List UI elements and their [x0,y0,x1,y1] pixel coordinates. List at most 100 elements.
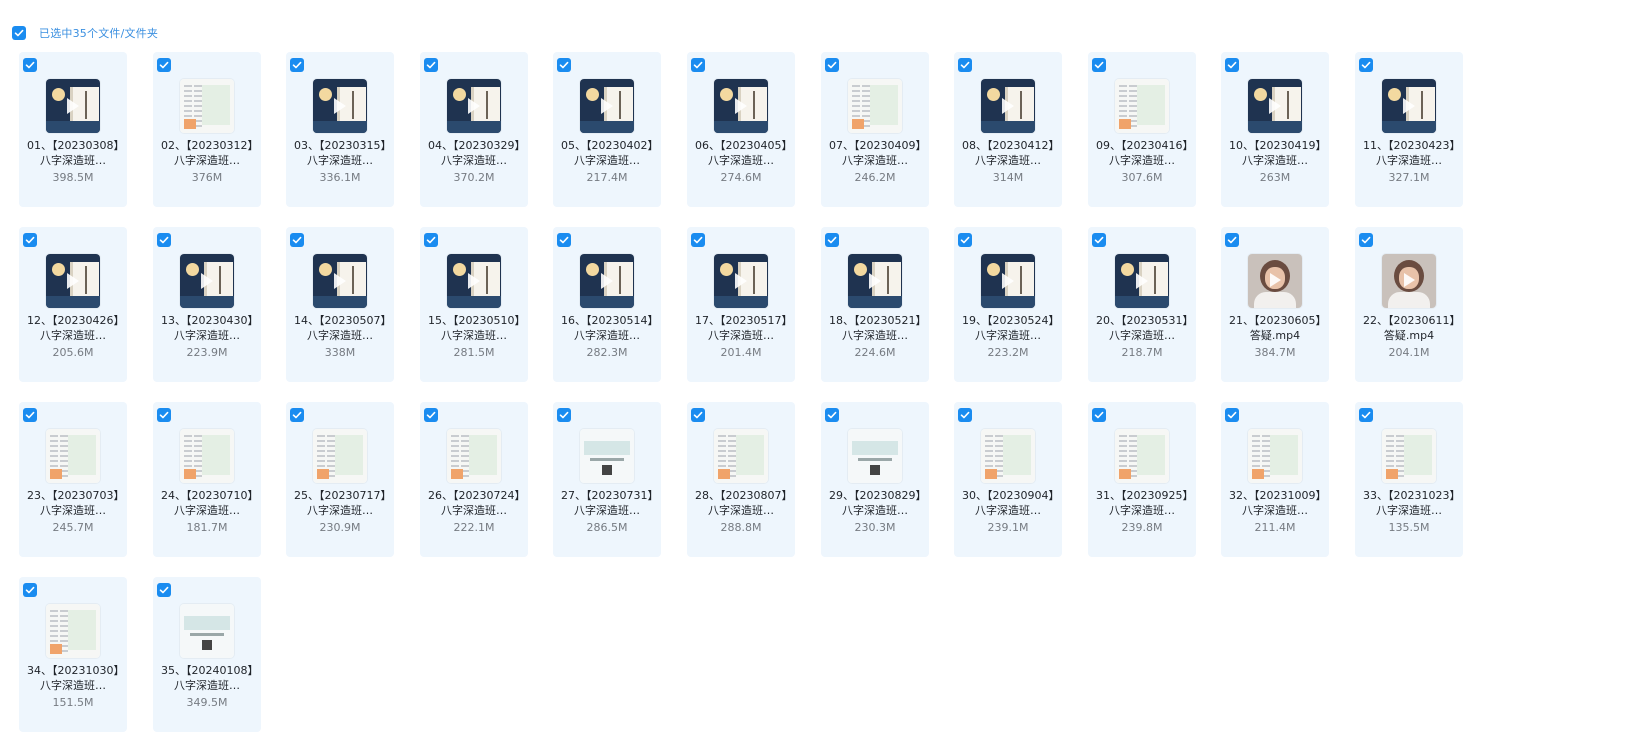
file-thumbnail[interactable] [981,254,1035,308]
file-thumbnail[interactable] [848,79,902,133]
file-checkbox[interactable] [557,233,571,247]
file-card-34[interactable]: 34、【20231030】八字深造班… 151.5M [19,577,127,732]
file-card-24[interactable]: 24、【20230710】八字深造班… 181.7M [153,402,261,557]
file-checkbox[interactable] [1359,58,1373,72]
file-checkbox[interactable] [958,58,972,72]
file-checkbox[interactable] [157,58,171,72]
file-card-10[interactable]: 10、【20230419】八字深造班… 263M [1221,52,1329,207]
file-card-15[interactable]: 15、【20230510】八字深造班… 281.5M [420,227,528,382]
file-card-3[interactable]: 03、【20230315】八字深造班… 336.1M [286,52,394,207]
file-card-22[interactable]: 22、【20230611】答疑.mp4 204.1M [1355,227,1463,382]
file-thumbnail[interactable] [848,429,902,483]
file-card-17[interactable]: 17、【20230517】八字深造班… 201.4M [687,227,795,382]
file-card-35[interactable]: 35、【20240108】八字深造班… 349.5M [153,577,261,732]
file-thumbnail[interactable] [1115,429,1169,483]
file-card-16[interactable]: 16、【20230514】八字深造班… 282.3M [553,227,661,382]
file-card-27[interactable]: 27、【20230731】八字深造班… 286.5M [553,402,661,557]
file-card-29[interactable]: 29、【20230829】八字深造班… 230.3M [821,402,929,557]
file-thumbnail[interactable] [180,429,234,483]
file-thumbnail[interactable] [580,429,634,483]
file-card-18[interactable]: 18、【20230521】八字深造班… 224.6M [821,227,929,382]
file-thumbnail[interactable] [46,604,100,658]
file-card-6[interactable]: 06、【20230405】八字深造班… 274.6M [687,52,795,207]
file-card-9[interactable]: 09、【20230416】八字深造班… 307.6M [1088,52,1196,207]
file-thumbnail[interactable] [848,254,902,308]
file-card-8[interactable]: 08、【20230412】八字深造班… 314M [954,52,1062,207]
file-thumbnail[interactable] [714,79,768,133]
file-card-28[interactable]: 28、【20230807】八字深造班… 288.8M [687,402,795,557]
file-checkbox[interactable] [290,233,304,247]
file-thumbnail[interactable] [714,429,768,483]
file-card-5[interactable]: 05、【20230402】八字深造班… 217.4M [553,52,661,207]
file-card-32[interactable]: 32、【20231009】八字深造班… 211.4M [1221,402,1329,557]
file-thumbnail[interactable] [1248,79,1302,133]
file-checkbox[interactable] [958,408,972,422]
file-checkbox[interactable] [23,583,37,597]
file-checkbox[interactable] [23,58,37,72]
file-checkbox[interactable] [157,583,171,597]
file-thumbnail[interactable] [981,429,1035,483]
file-card-23[interactable]: 23、【20230703】八字深造班… 245.7M [19,402,127,557]
file-thumbnail[interactable] [313,79,367,133]
file-checkbox[interactable] [825,233,839,247]
file-checkbox[interactable] [557,58,571,72]
file-card-4[interactable]: 04、【20230329】八字深造班… 370.2M [420,52,528,207]
file-checkbox[interactable] [1225,233,1239,247]
file-thumbnail[interactable] [580,254,634,308]
file-thumbnail[interactable] [1382,79,1436,133]
file-checkbox[interactable] [691,233,705,247]
file-thumbnail[interactable] [180,254,234,308]
file-checkbox[interactable] [1225,408,1239,422]
file-checkbox[interactable] [825,408,839,422]
file-checkbox[interactable] [557,408,571,422]
file-thumbnail[interactable] [447,254,501,308]
file-card-12[interactable]: 12、【20230426】八字深造班… 205.6M [19,227,127,382]
file-thumbnail[interactable] [313,254,367,308]
file-checkbox[interactable] [1092,408,1106,422]
file-checkbox[interactable] [1092,58,1106,72]
file-checkbox[interactable] [157,408,171,422]
file-card-2[interactable]: 02、【20230312】八字深造班… 376M [153,52,261,207]
file-card-13[interactable]: 13、【20230430】八字深造班… 223.9M [153,227,261,382]
file-card-19[interactable]: 19、【20230524】八字深造班… 223.2M [954,227,1062,382]
file-checkbox[interactable] [1092,233,1106,247]
file-checkbox[interactable] [157,233,171,247]
file-checkbox[interactable] [23,408,37,422]
file-checkbox[interactable] [825,58,839,72]
file-checkbox[interactable] [290,58,304,72]
file-checkbox[interactable] [1359,408,1373,422]
file-thumbnail[interactable] [1382,429,1436,483]
file-checkbox[interactable] [424,58,438,72]
file-card-26[interactable]: 26、【20230724】八字深造班… 222.1M [420,402,528,557]
file-card-21[interactable]: 21、【20230605】答疑.mp4 384.7M [1221,227,1329,382]
file-thumbnail[interactable] [1115,79,1169,133]
file-checkbox[interactable] [424,408,438,422]
select-all-checkbox[interactable] [12,26,26,40]
file-checkbox[interactable] [1225,58,1239,72]
file-card-25[interactable]: 25、【20230717】八字深造班… 230.9M [286,402,394,557]
file-thumbnail[interactable] [447,79,501,133]
file-thumbnail[interactable] [1382,254,1436,308]
file-thumbnail[interactable] [1248,429,1302,483]
file-card-31[interactable]: 31、【20230925】八字深造班… 239.8M [1088,402,1196,557]
file-checkbox[interactable] [23,233,37,247]
file-checkbox[interactable] [424,233,438,247]
file-thumbnail[interactable] [180,604,234,658]
file-card-20[interactable]: 20、【20230531】八字深造班… 218.7M [1088,227,1196,382]
file-thumbnail[interactable] [1248,254,1302,308]
file-thumbnail[interactable] [1115,254,1169,308]
file-checkbox[interactable] [691,408,705,422]
file-card-7[interactable]: 07、【20230409】八字深造班… 246.2M [821,52,929,207]
file-card-33[interactable]: 33、【20231023】八字深造班… 135.5M [1355,402,1463,557]
file-thumbnail[interactable] [46,429,100,483]
file-card-11[interactable]: 11、【20230423】八字深造班… 327.1M [1355,52,1463,207]
file-card-14[interactable]: 14、【20230507】八字深造班… 338M [286,227,394,382]
file-thumbnail[interactable] [313,429,367,483]
file-checkbox[interactable] [691,58,705,72]
file-thumbnail[interactable] [180,79,234,133]
file-checkbox[interactable] [1359,233,1373,247]
file-thumbnail[interactable] [981,79,1035,133]
file-checkbox[interactable] [290,408,304,422]
file-thumbnail[interactable] [46,79,100,133]
file-checkbox[interactable] [958,233,972,247]
